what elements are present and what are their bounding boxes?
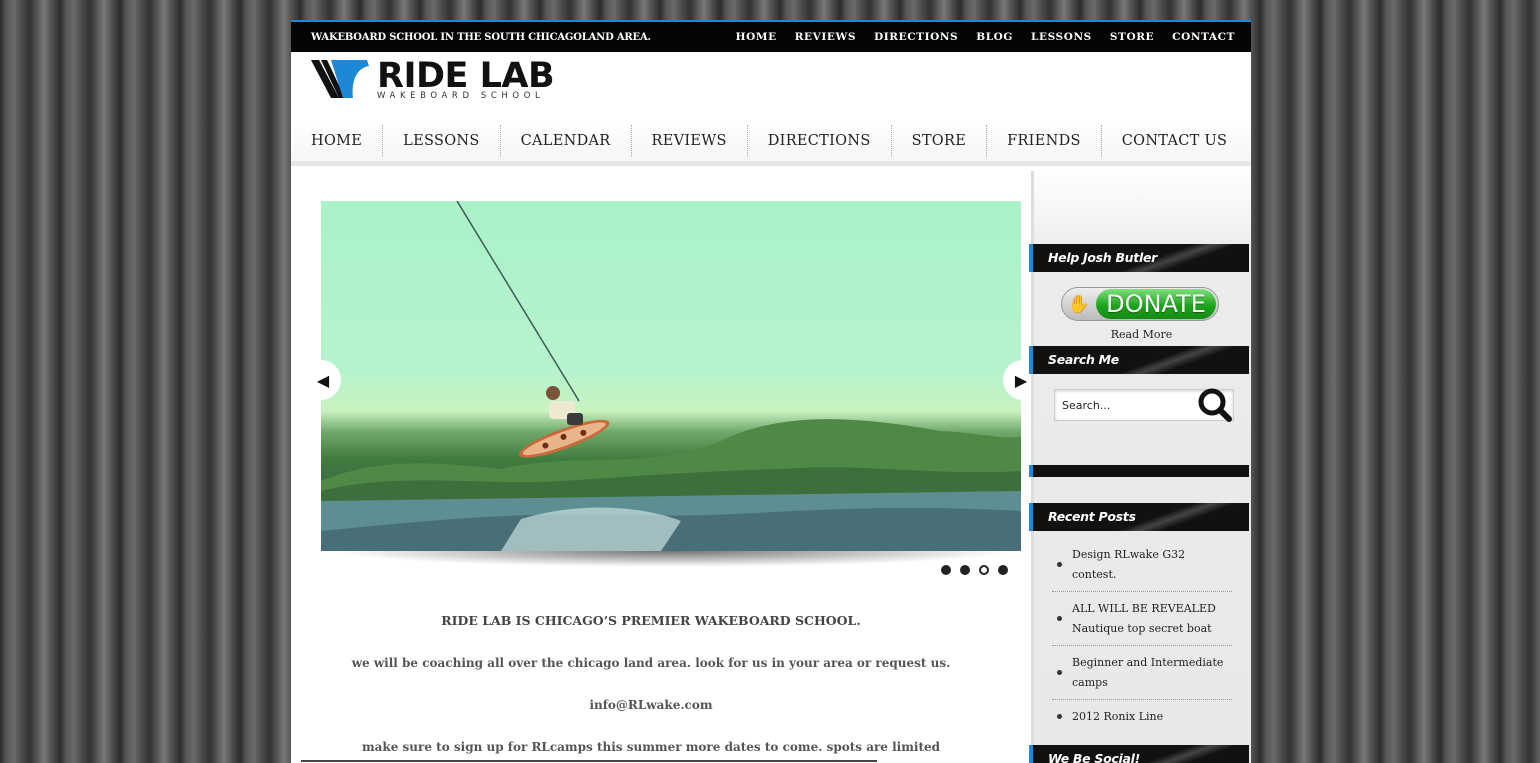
nav-reviews[interactable]: REVIEWS — [632, 124, 748, 157]
main-nav: HOME LESSONS CALENDAR REVIEWS DIRECTIONS… — [291, 120, 1251, 166]
search-input[interactable] — [1055, 390, 1195, 420]
top-bar: WAKEBOARD SCHOOL IN THE SOUTH CHICAGOLAN… — [291, 20, 1251, 52]
contact-email[interactable]: info@RLwake.com — [321, 698, 981, 712]
nav-home[interactable]: HOME — [291, 124, 384, 157]
recent-post-link[interactable]: Beginner and Intermediate camps — [1052, 646, 1232, 700]
nav-contact-us[interactable]: CONTACT US — [1102, 125, 1248, 157]
donate-label: DONATE — [1096, 289, 1216, 319]
slider-dot-active[interactable] — [979, 565, 989, 575]
slider-dot[interactable] — [960, 565, 970, 575]
intro-line-coaching: we will be coaching all over the chicago… — [351, 656, 951, 670]
recent-posts-list: Design RLwake G32 contest. ALL WILL BE R… — [1052, 538, 1232, 733]
intro-line-camps: make sure to sign up for RLcamps this su… — [361, 740, 941, 754]
widget-title-search: Search Me — [1029, 346, 1249, 374]
nav-directions[interactable]: DIRECTIONS — [748, 124, 892, 157]
chevron-left-icon: ◀ — [316, 370, 330, 390]
recent-post-link[interactable]: Design RLwake G32 contest. — [1052, 538, 1232, 592]
slider-shadow — [331, 551, 1011, 567]
top-nav-contact[interactable]: CONTACT — [1172, 31, 1235, 43]
top-nav-directions[interactable]: DIRECTIONS — [874, 31, 958, 43]
donate-button[interactable]: ✋ DONATE — [1061, 287, 1219, 321]
slider-dot[interactable] — [998, 565, 1008, 575]
logo-text: RIDE LAB WAKEBOARD SCHOOL — [377, 56, 555, 102]
widget-title-social: We Be Social! — [1029, 745, 1249, 763]
widget-title-donate: Help Josh Butler — [1029, 244, 1249, 272]
slider-pagination — [941, 565, 1008, 575]
top-nav-home[interactable]: HOME — [736, 31, 777, 43]
top-nav-lessons[interactable]: LESSONS — [1031, 31, 1092, 43]
widget-title-recent-posts: Recent Posts — [1029, 503, 1249, 531]
top-nav-blog[interactable]: BLOG — [976, 31, 1013, 43]
recent-post-link[interactable]: 2012 Ronix Line — [1052, 700, 1232, 733]
page-wrapper: WAKEBOARD SCHOOL IN THE SOUTH CHICAGOLAN… — [291, 20, 1251, 763]
top-nav-store[interactable]: STORE — [1110, 31, 1154, 43]
wakeboard-photo — [321, 201, 1021, 551]
logo-subtitle: WAKEBOARD SCHOOL — [377, 91, 545, 102]
nav-friends[interactable]: FRIENDS — [987, 124, 1102, 157]
logo-title: RIDE LAB — [377, 56, 555, 97]
search-icon[interactable] — [1195, 387, 1235, 423]
intro-heading: RIDE LAB IS CHICAGO’S PREMIER WAKEBOARD … — [441, 613, 861, 628]
nav-lessons[interactable]: LESSONS — [383, 124, 501, 157]
image-slider[interactable] — [321, 201, 1021, 551]
recent-post-link[interactable]: ALL WILL BE REVEALED Nautique top secret… — [1052, 592, 1232, 646]
hand-icon: ✋ — [1067, 293, 1091, 315]
site-tagline: WAKEBOARD SCHOOL IN THE SOUTH CHICAGOLAN… — [311, 31, 651, 43]
wave-logo-icon — [311, 60, 369, 98]
nav-store[interactable]: STORE — [892, 124, 988, 157]
search-box — [1054, 387, 1235, 423]
divider — [301, 760, 877, 762]
sidebar-divider — [1029, 465, 1249, 477]
intro-text: RIDE LAB IS CHICAGO’S PREMIER WAKEBOARD … — [321, 614, 981, 763]
chevron-right-icon: ▶ — [1014, 370, 1028, 390]
top-nav-reviews[interactable]: REVIEWS — [795, 31, 856, 43]
site-logo[interactable]: RIDE LAB WAKEBOARD SCHOOL — [309, 56, 555, 104]
nav-calendar[interactable]: CALENDAR — [501, 124, 632, 157]
top-nav: HOME REVIEWS DIRECTIONS BLOG LESSONS STO… — [718, 31, 1235, 43]
read-more-link[interactable]: Read More — [1034, 328, 1249, 341]
sidebar: Help Josh Butler ✋ DONATE Read More Sear… — [1029, 171, 1251, 763]
slider-dot[interactable] — [941, 565, 951, 575]
